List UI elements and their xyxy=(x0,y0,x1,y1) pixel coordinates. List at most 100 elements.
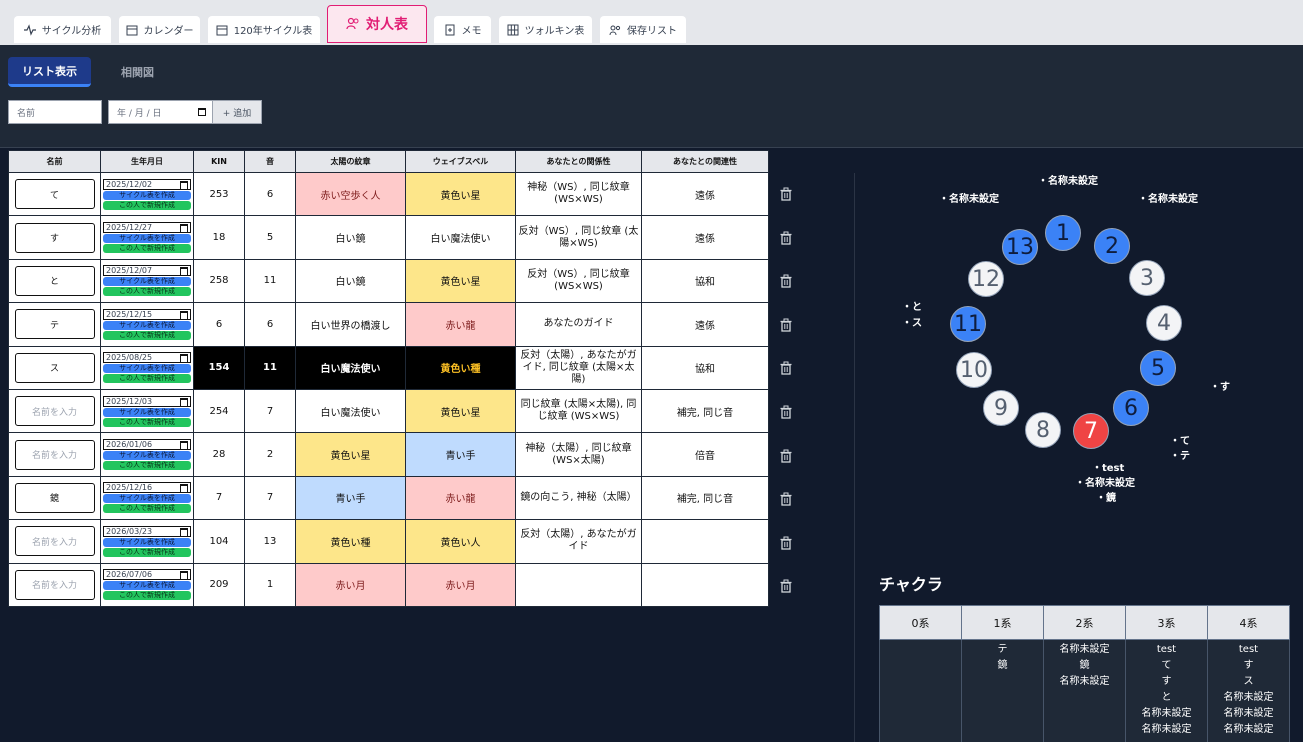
tab-calendar[interactable]: カレンダー xyxy=(119,16,200,43)
birthdate-input[interactable]: 2025/12/27 xyxy=(103,222,191,234)
birthdate-input[interactable]: 2025/12/03 xyxy=(103,395,191,407)
tab-interpersonal[interactable]: 対人表 xyxy=(327,5,427,43)
trash-icon[interactable] xyxy=(779,318,793,332)
relatedness-cell: 補完, 同じ音 xyxy=(641,388,769,434)
birthdate-input[interactable]: 2026/07/06 xyxy=(103,569,191,581)
chakra-cell: test てすと名称未設定 名称未設定 xyxy=(1125,639,1208,742)
new-from-person-button[interactable]: この人で新規作成 xyxy=(103,591,191,601)
tab-120-year-cycle[interactable]: 120年サイクル表 xyxy=(208,16,320,43)
birthdate-input[interactable]: 2026/01/06 xyxy=(103,439,191,451)
person-name-input[interactable]: 名前を入力 xyxy=(14,526,95,557)
new-from-person-button[interactable]: この人で新規作成 xyxy=(103,417,191,427)
solar-seal-cell: 黄色い星 xyxy=(295,432,406,477)
kin-cell: 258 xyxy=(193,258,245,304)
birthdate-input[interactable]: 2025/12/15 xyxy=(103,308,191,320)
header-relationship: あなたとの関係性 xyxy=(515,150,642,173)
header-wavespell: ウェイブスペル xyxy=(405,150,516,173)
new-from-person-button[interactable]: この人で新規作成 xyxy=(103,461,191,471)
trash-icon[interactable] xyxy=(779,536,793,550)
create-cycle-button[interactable]: サイクル表を作成 xyxy=(103,581,191,591)
tone-circle-4[interactable]: 4 xyxy=(1146,305,1182,341)
chakra-member: 名称未設定 xyxy=(1059,676,1110,687)
tone-circle-1[interactable]: 1 xyxy=(1045,215,1081,251)
table-row: 名前を入力 2025/12/03 サイクル表を作成 この人で新規作成 254 7 白い魔法使… xyxy=(8,388,769,434)
wavespell-cell: 黄色い種 xyxy=(405,345,516,390)
birthdate-cell: 2025/08/25 サイクル表を作成 この人で新規作成 xyxy=(100,345,194,390)
name-cell: テ xyxy=(8,302,101,347)
relatedness-cell: 遠係 xyxy=(641,302,769,347)
new-from-person-button[interactable]: この人で新規作成 xyxy=(103,504,191,514)
create-cycle-button[interactable]: サイクル表を作成 xyxy=(103,537,191,547)
new-from-person-button[interactable]: この人で新規作成 xyxy=(103,374,191,384)
create-cycle-button[interactable]: サイクル表を作成 xyxy=(103,451,191,461)
birthdate-input[interactable]: 2025/12/02 xyxy=(103,178,191,190)
tone-cell: 6 xyxy=(244,171,296,217)
person-name-input[interactable]: 名前を入力 xyxy=(14,569,95,600)
chakra-member: 名称未設定 xyxy=(1141,724,1192,735)
tone-circle-3[interactable]: 3 xyxy=(1129,260,1165,296)
create-cycle-button[interactable]: サイクル表を作成 xyxy=(103,320,191,330)
trash-icon[interactable] xyxy=(779,492,793,506)
tab-memo[interactable]: メモ xyxy=(434,16,491,43)
trash-icon[interactable] xyxy=(779,405,793,419)
relatedness-cell: 補完, 同じ音 xyxy=(641,475,769,521)
person-name-input[interactable]: 名前を入力 xyxy=(14,396,95,427)
calendar-icon xyxy=(216,25,228,35)
new-from-person-button[interactable]: この人で新規作成 xyxy=(103,547,191,557)
tab-list-view[interactable]: リスト表示 xyxy=(8,57,91,87)
tab-cycle-analysis[interactable]: サイクル分析 xyxy=(14,16,111,43)
table-row: 鏡 2025/12/16 サイクル表を作成 この人で新規作成 7 7 青い手 赤い龍 鏡の向こう… xyxy=(8,475,769,521)
chakra-header-row: 0系 1系 2系 3系 4系 xyxy=(879,605,1290,640)
create-cycle-button[interactable]: サイクル表を作成 xyxy=(103,494,191,504)
tone-circle-13[interactable]: 13 xyxy=(1002,229,1038,265)
calendar-icon[interactable] xyxy=(198,108,206,116)
tab-correlation-view[interactable]: 相関図 xyxy=(100,57,175,87)
add-button[interactable]: + 追加 xyxy=(212,100,262,124)
tone-circle-5[interactable]: 5 xyxy=(1140,350,1176,386)
new-from-person-button[interactable]: この人で新規作成 xyxy=(103,330,191,340)
person-name-input[interactable]: す xyxy=(14,222,95,253)
birthdate-input[interactable]: 2025/12/16 xyxy=(103,482,191,494)
calendar-icon xyxy=(126,25,137,35)
birthdate-input[interactable]: 2026/03/23 xyxy=(103,525,191,537)
tone-circle-10[interactable]: 10 xyxy=(956,352,992,388)
trash-icon[interactable] xyxy=(779,187,793,201)
new-from-person-button[interactable]: この人で新規作成 xyxy=(103,200,191,210)
tone-circle-2[interactable]: 2 xyxy=(1094,228,1130,264)
tone-circle-8[interactable]: 8 xyxy=(1025,412,1061,448)
trash-icon[interactable] xyxy=(779,274,793,288)
trash-icon[interactable] xyxy=(779,361,793,376)
person-name-input[interactable]: 鏡 xyxy=(14,482,95,513)
tone-circle-11[interactable]: 11 xyxy=(950,306,986,342)
name-input[interactable]: 名前 xyxy=(8,100,102,124)
create-cycle-button[interactable]: サイクル表を作成 xyxy=(103,234,191,244)
person-name-input[interactable]: と xyxy=(14,265,95,296)
tone-circle-7[interactable]: 7 xyxy=(1073,413,1109,449)
birthdate-input[interactable]: 2025/12/07 xyxy=(103,265,191,277)
create-cycle-button[interactable]: サイクル表を作成 xyxy=(103,190,191,200)
date-input[interactable]: 年 / 月 / 日 xyxy=(108,100,213,124)
tone-circle-9[interactable]: 9 xyxy=(983,390,1019,426)
person-name-input[interactable]: テ xyxy=(14,309,95,340)
trash-icon[interactable] xyxy=(779,449,793,463)
new-from-person-button[interactable]: この人で新規作成 xyxy=(103,244,191,254)
relationship-cell: 鏡の向こう, 神秘（太陽） xyxy=(515,475,642,521)
tone-circle-12[interactable]: 12 xyxy=(968,261,1004,297)
tab-saved-list[interactable]: 保存リスト xyxy=(600,16,686,43)
kin-cell: 154 xyxy=(193,345,245,390)
create-cycle-button[interactable]: サイクル表を作成 xyxy=(103,277,191,287)
tone-circle-6[interactable]: 6 xyxy=(1113,390,1149,426)
trash-icon[interactable] xyxy=(779,231,793,245)
tab-tzolkin[interactable]: ツォルキン表 xyxy=(499,16,592,43)
tone-cell: 5 xyxy=(244,215,296,260)
create-cycle-button[interactable]: サイクル表を作成 xyxy=(103,407,191,417)
trash-icon[interactable] xyxy=(779,579,793,594)
person-name-input[interactable]: 名前を入力 xyxy=(14,439,95,470)
birthdate-input[interactable]: 2025/08/25 xyxy=(103,352,191,364)
new-from-person-button[interactable]: この人で新規作成 xyxy=(103,287,191,297)
person-name-input[interactable]: て xyxy=(14,179,95,210)
panel-divider xyxy=(854,173,855,742)
create-cycle-button[interactable]: サイクル表を作成 xyxy=(103,364,191,374)
person-name-input[interactable]: ス xyxy=(14,352,95,383)
tab-label: カレンダー xyxy=(143,26,194,37)
